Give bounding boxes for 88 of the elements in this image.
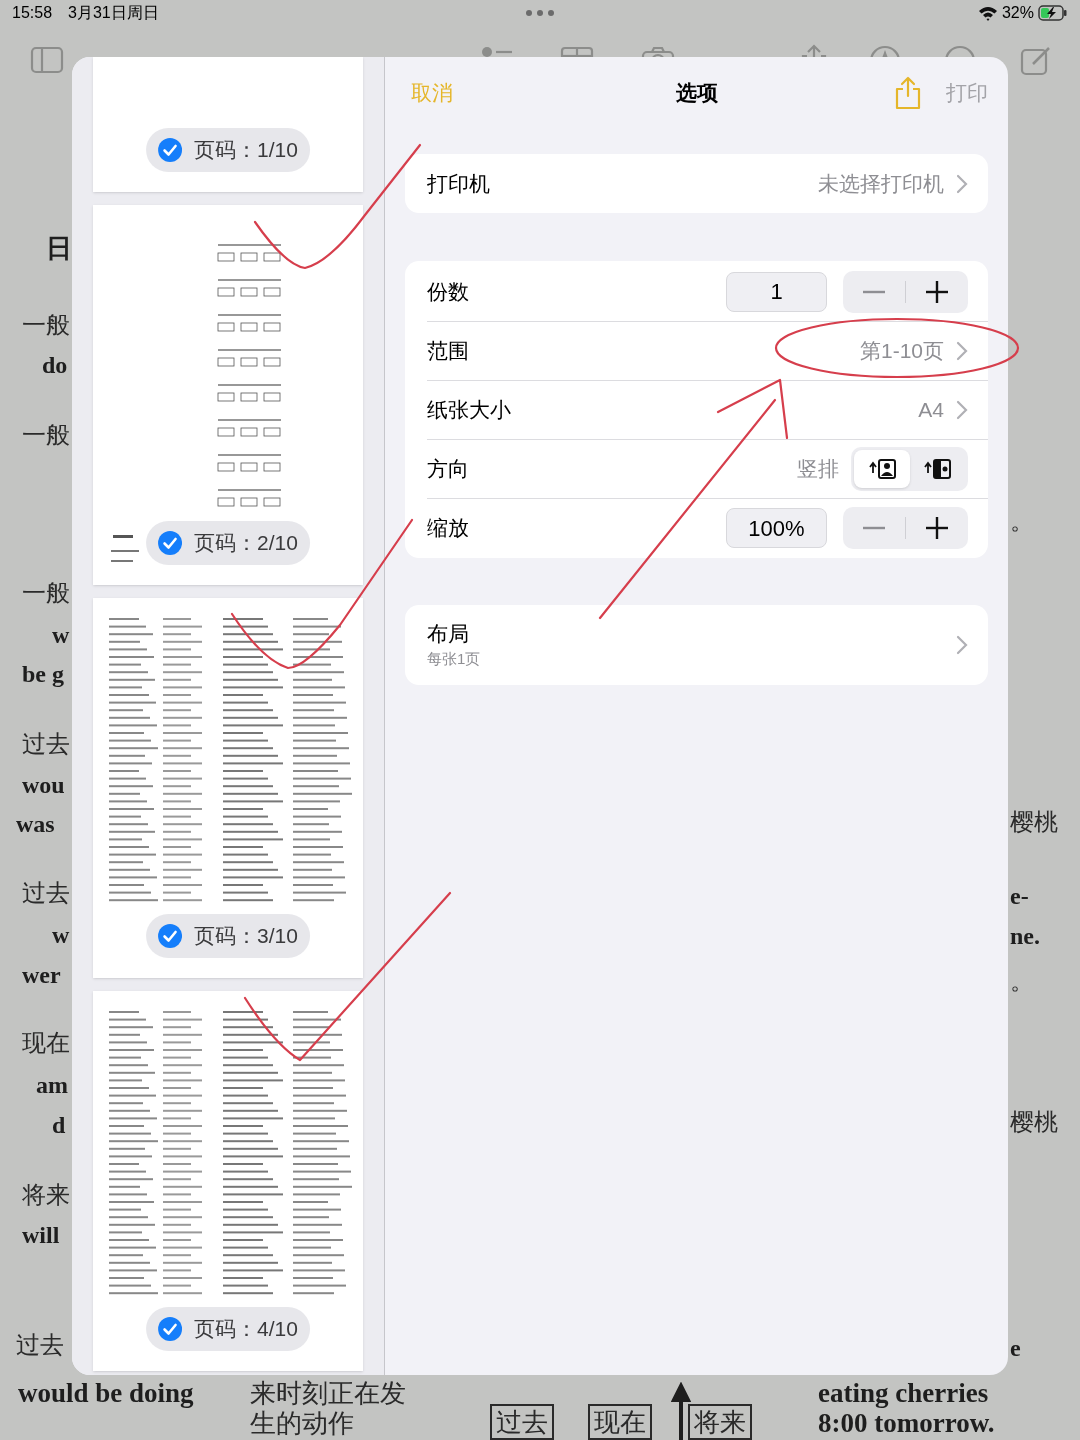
page-badge[interactable]: 页码：4/10: [146, 1307, 310, 1351]
scale-field: 100%: [726, 508, 827, 548]
document-text: 。: [1010, 966, 1034, 996]
timeline-label: 将来: [688, 1404, 752, 1440]
page-label: 页码：3/10: [194, 923, 298, 950]
plus-icon: [926, 517, 948, 539]
document-text: would be doing: [18, 1377, 194, 1409]
chevron-icon: [956, 341, 968, 361]
orientation-control[interactable]: [851, 447, 968, 491]
document-text: 将来: [22, 1180, 70, 1210]
document-text: e-: [1010, 882, 1029, 911]
page-label: 页码：2/10: [194, 530, 298, 557]
checkmark-icon[interactable]: [158, 138, 183, 162]
landscape-page-icon: [923, 457, 952, 481]
row-value: 未选择打印机: [818, 170, 944, 197]
document-text: 过去: [22, 729, 70, 759]
document-text: 一般: [22, 578, 70, 608]
row-value: 竖排: [797, 456, 839, 483]
document-text: was: [16, 810, 55, 839]
chevron-icon: [956, 400, 968, 420]
document-text: e: [1010, 1334, 1021, 1363]
document-text: ne.: [1010, 922, 1040, 951]
document-text: 来时刻正在发: [250, 1377, 406, 1409]
chevron-icon: [956, 173, 968, 194]
document-text: be g: [22, 660, 64, 689]
chevron-icon: [956, 635, 968, 655]
page-badge[interactable]: 页码：2/10: [146, 521, 310, 565]
row-value: A4: [918, 397, 944, 424]
document-text: 樱桃: [1010, 1107, 1058, 1137]
row-label: 打印机: [427, 170, 490, 197]
page-thumbnail[interactable]: 页码：1/10: [93, 57, 363, 192]
timeline-label: 过去: [490, 1404, 554, 1440]
status-time: 15:58: [12, 3, 53, 23]
document-text: eating cherries: [818, 1377, 989, 1409]
document-text: 8:00 tomorrow.: [818, 1408, 995, 1439]
more-dots-icon[interactable]: [524, 9, 556, 17]
page-label: 页码：1/10: [194, 137, 298, 164]
row-label: 布局: [427, 621, 470, 647]
plus-icon: [926, 280, 948, 303]
dialog-title: 选项: [675, 80, 718, 107]
document-text: w: [52, 921, 70, 950]
document-text: do: [42, 351, 68, 380]
portrait-page-icon: [867, 457, 896, 481]
document-text: 现在: [22, 1028, 70, 1058]
page-label: 页码：4/10: [194, 1316, 298, 1343]
document-text: 过去: [22, 878, 70, 908]
row-label: 缩放: [427, 515, 469, 542]
paper-size-row[interactable]: 纸张大小 A4: [427, 380, 988, 439]
page-thumbnail[interactable]: 页码：3/10: [93, 598, 363, 978]
timeline-label: 现在: [588, 1404, 652, 1440]
battery-icon: [1038, 5, 1068, 21]
document-text: 生的动作: [250, 1407, 354, 1439]
document-text: wou: [22, 771, 65, 800]
row-subtitle: 每张1页: [427, 649, 482, 669]
document-text: wer: [22, 961, 61, 990]
document-text: d: [52, 1111, 66, 1140]
range-row[interactable]: 范围 第1-10页: [427, 321, 988, 380]
row-label: 范围: [427, 338, 469, 365]
document-text: will: [22, 1221, 60, 1250]
copies-field: 1: [726, 271, 827, 312]
checkmark-icon[interactable]: [158, 1317, 183, 1341]
document-text: 樱桃: [1010, 807, 1058, 837]
document-text: 一般: [22, 420, 70, 450]
document-text: 过去: [16, 1330, 64, 1360]
battery-percent: 32%: [1001, 3, 1034, 23]
wifi-icon: [977, 5, 998, 21]
document-text: w: [52, 621, 70, 650]
checkmark-icon[interactable]: [158, 531, 183, 555]
share-icon: [894, 76, 922, 110]
row-label: 份数: [427, 278, 469, 305]
status-date: 3月31日周日: [68, 3, 159, 23]
minus-icon: [863, 526, 885, 530]
page-badge[interactable]: 页码：1/10: [146, 128, 310, 172]
document-text: 日: [46, 232, 72, 264]
document-text: 一般: [22, 310, 70, 340]
up-arrow-icon: [671, 1382, 691, 1440]
page-badge[interactable]: 页码：3/10: [146, 914, 310, 958]
page-thumbnail[interactable]: 页码：4/10: [93, 991, 363, 1371]
document-text: am: [36, 1071, 68, 1100]
page-thumbnail[interactable]: 页码：2/10: [93, 205, 363, 585]
document-text: 。: [1010, 506, 1034, 536]
row-label: 纸张大小: [427, 397, 511, 424]
row-label: 方向: [427, 456, 469, 483]
minus-icon: [863, 289, 885, 294]
text-lines-drawing: [111, 535, 139, 562]
orientation-option[interactable]: [854, 450, 910, 488]
row-value: 第1-10页: [859, 338, 944, 365]
checkmark-icon[interactable]: [158, 924, 183, 948]
